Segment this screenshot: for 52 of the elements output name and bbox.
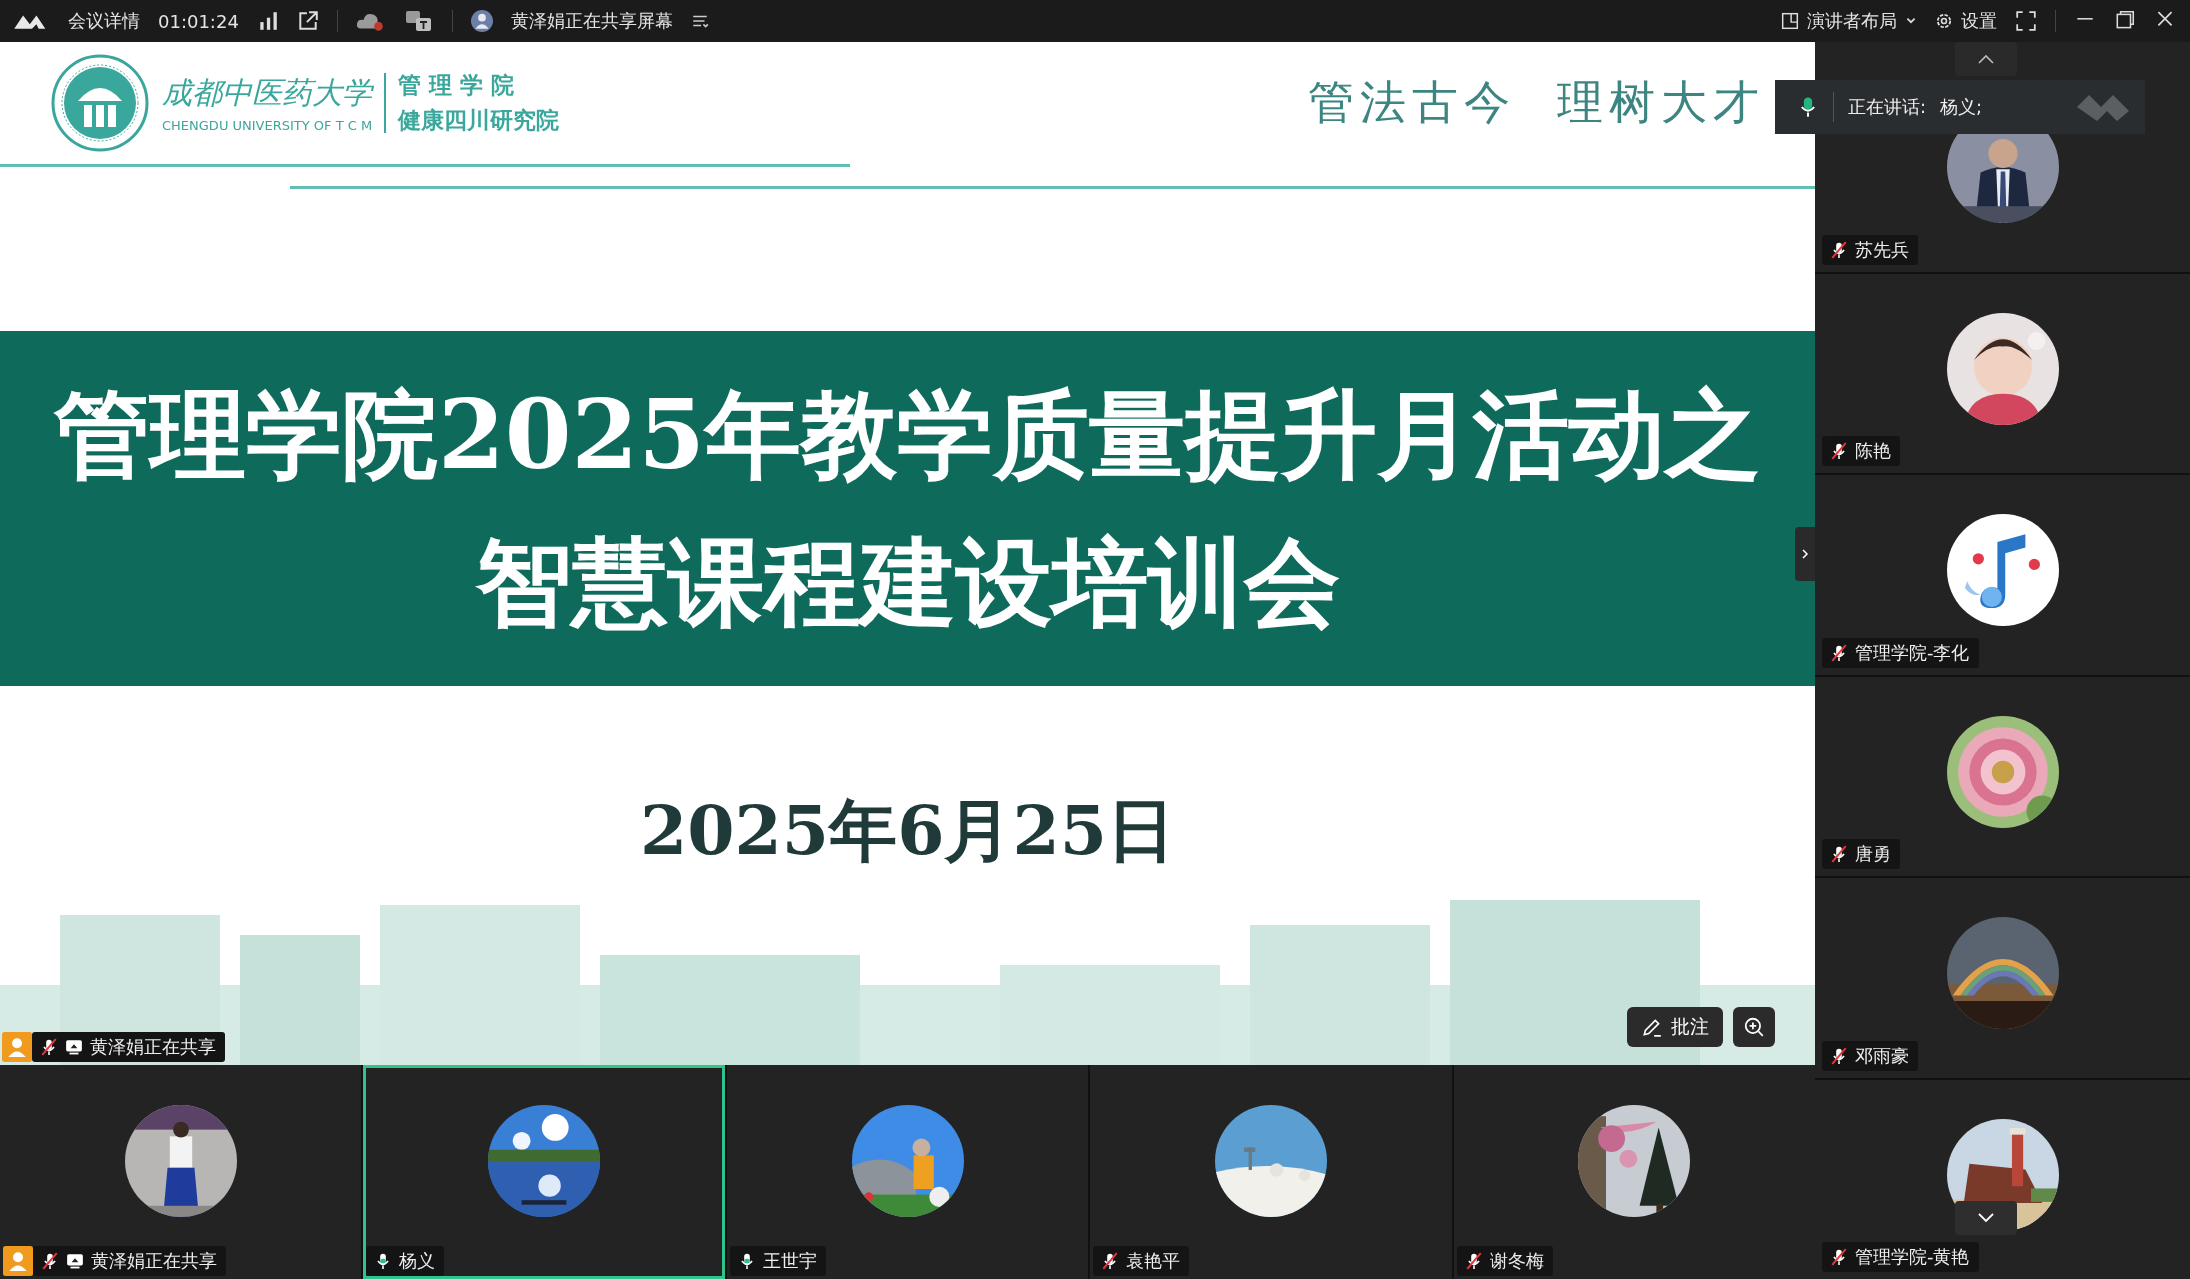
sharer-avatar-icon (470, 10, 493, 32)
participant-tile[interactable]: 邓雨豪 (1815, 878, 2190, 1078)
participant-name: 唐勇 (1855, 842, 1891, 866)
participant-name: 邓雨豪 (1855, 1043, 1909, 1068)
participant-tile[interactable]: 谢冬梅 (1453, 1065, 1816, 1279)
speaker-name: 杨义; (1940, 95, 1983, 119)
sharing-status: 黄泽娟正在共享屏幕 (510, 9, 673, 33)
pencil-icon (1641, 1016, 1663, 1038)
meeting-duration: 01:01:24 (158, 10, 239, 32)
slide-title: 管理学院2025年教学质量提升月活动之 (53, 381, 1762, 488)
participant-tile[interactable]: 杨义 (363, 1065, 725, 1279)
school-name: 管 理 学 院 (398, 71, 516, 100)
chevron-up-icon (1976, 53, 1996, 65)
zoom-in-icon (1743, 1016, 1765, 1038)
participant-name: 谢冬梅 (1489, 1249, 1544, 1273)
participant-name: 袁艳平 (1126, 1249, 1181, 1273)
university-name-english: CHENGDU UNIVERSITY OF T C M (162, 118, 373, 133)
participant-tile[interactable]: 袁艳平 (1090, 1065, 1452, 1279)
participant-name: 黄泽娟正在共享 (91, 1249, 217, 1273)
participant-name: 管理学院-黄艳 (1855, 1245, 1970, 1269)
layout-button[interactable]: 演讲者布局 (1781, 9, 1917, 33)
sharing-label: 黄泽娟正在共享 (90, 1035, 216, 1059)
settings-button[interactable]: 设置 (1935, 9, 1997, 33)
annotate-button[interactable]: 批注 (1627, 1007, 1723, 1047)
participant-name: 苏先兵 (1855, 237, 1909, 262)
translate-icon[interactable] (403, 10, 434, 32)
participant-tile[interactable]: 唐勇 (1815, 676, 2190, 876)
slide-motto: 管法古今 理树大才 (1307, 74, 1765, 131)
collapse-panel-button[interactable] (1795, 527, 1815, 581)
participant-name: 杨义 (399, 1249, 436, 1273)
university-name: 成都中医药大学 (162, 74, 373, 112)
speaking-label: 正在讲话: (1848, 95, 1927, 119)
university-emblem-icon (50, 53, 150, 153)
zoom-in-button[interactable] (1733, 1007, 1775, 1047)
scroll-down-button[interactable] (1955, 1201, 2017, 1235)
slide-title: 智慧课程建设培训会 (475, 529, 1340, 636)
chevron-down-icon (1976, 1212, 1996, 1224)
participant-tile[interactable]: 管理学院-黄艳 (1815, 1079, 2190, 1279)
slide-date: 2025年6月25日 (639, 789, 1176, 872)
meeting-info-button[interactable]: 会议详情 (68, 9, 140, 33)
participant-tile[interactable]: 黄泽娟正在共享 (0, 1065, 362, 1279)
share-out-icon[interactable] (296, 10, 319, 32)
layout-icon (1781, 12, 1799, 30)
settings-icon (1935, 12, 1953, 30)
fullscreen-icon[interactable] (2015, 10, 2037, 32)
institute-name: 健康四川研究院 (398, 106, 560, 135)
participant-tile[interactable]: 管理学院-李化 (1815, 475, 2190, 675)
participant-name: 王世宇 (762, 1249, 817, 1273)
participant-tile[interactable]: 陈艳 (1815, 273, 2190, 473)
participant-name: 管理学院-李化 (1855, 640, 1970, 665)
participant-tile[interactable]: 王世宇 (726, 1065, 1089, 1279)
participant-name: 陈艳 (1855, 439, 1891, 463)
